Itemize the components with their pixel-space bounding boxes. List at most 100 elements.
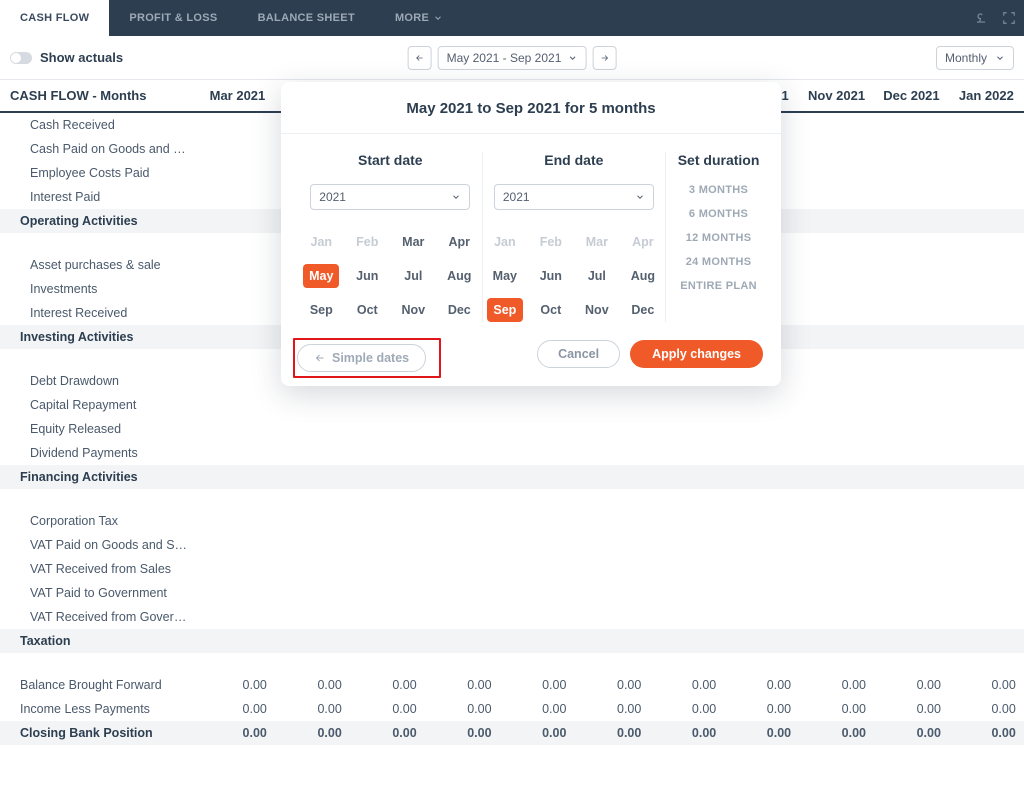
cell [799, 393, 874, 417]
cell [874, 533, 949, 557]
cell: 0.00 [275, 673, 350, 697]
row-label[interactable]: VAT Received from Government [0, 605, 200, 629]
month-jan: Jan [487, 230, 523, 254]
row-label[interactable]: Cash Paid on Goods and Services [0, 137, 200, 161]
cell [500, 557, 575, 581]
row-label[interactable]: Interest Paid [0, 185, 200, 209]
month-may[interactable]: May [303, 264, 339, 288]
row-label[interactable]: Employee Costs Paid [0, 161, 200, 185]
month-aug[interactable]: Aug [625, 264, 661, 288]
tab-profit-loss[interactable]: PROFIT & LOSS [109, 0, 237, 36]
month-oct[interactable]: Oct [349, 298, 385, 322]
duration-option[interactable]: 24 MONTHS [680, 256, 757, 268]
row-label[interactable]: Corporation Tax [0, 509, 200, 533]
month-jul[interactable]: Jul [395, 264, 431, 288]
cell [649, 581, 724, 605]
cell [500, 605, 575, 629]
row-label[interactable]: Interest Received [0, 301, 200, 325]
start-date-col: Start date 2021 JanFebMarAprMayJunJulAug… [299, 152, 483, 322]
month-dec[interactable]: Dec [625, 298, 661, 322]
cell [200, 301, 275, 325]
month-aug[interactable]: Aug [441, 264, 477, 288]
month-jul[interactable]: Jul [579, 264, 615, 288]
month-sep[interactable]: Sep [487, 298, 523, 322]
row-label[interactable]: Cash Received [0, 113, 200, 137]
cell [949, 277, 1024, 301]
month-mar[interactable]: Mar [395, 230, 431, 254]
cell [949, 185, 1024, 209]
month-may[interactable]: May [487, 264, 523, 288]
row-label[interactable]: Dividend Payments [0, 441, 200, 465]
end-year-select[interactable]: 2021 [494, 184, 654, 210]
currency-icon[interactable] [974, 11, 988, 25]
row-label[interactable]: VAT Paid on Goods and Services [0, 533, 200, 557]
month-nov[interactable]: Nov [395, 298, 431, 322]
duration-option[interactable]: 3 MONTHS [680, 184, 757, 196]
date-range-select[interactable]: May 2021 - Sep 2021 [438, 46, 587, 70]
row-label[interactable]: Equity Released [0, 417, 200, 441]
cell: 0.00 [500, 697, 575, 721]
cell [500, 465, 575, 489]
month-nov[interactable]: Nov [579, 298, 615, 322]
tab-more[interactable]: MORE [375, 0, 463, 36]
row-label[interactable]: Capital Repayment [0, 393, 200, 417]
cell [799, 209, 874, 233]
fullscreen-icon[interactable] [1002, 11, 1016, 25]
end-date-head: End date [544, 152, 603, 168]
month-jun[interactable]: Jun [349, 264, 385, 288]
cell [874, 557, 949, 581]
granularity-select[interactable]: Monthly [936, 46, 1014, 70]
cell: 0.00 [724, 673, 799, 697]
cell [799, 325, 874, 349]
cell [574, 465, 649, 489]
month-feb: Feb [349, 230, 385, 254]
cell: 0.00 [275, 697, 350, 721]
cell [724, 533, 799, 557]
cell [649, 465, 724, 489]
cell [799, 137, 874, 161]
cell [200, 441, 275, 465]
month-dec[interactable]: Dec [441, 298, 477, 322]
cell [949, 137, 1024, 161]
month-sep[interactable]: Sep [303, 298, 339, 322]
cell [724, 629, 799, 653]
row-label[interactable]: VAT Received from Sales [0, 557, 200, 581]
duration-option[interactable]: 6 MONTHS [680, 208, 757, 220]
show-actuals-toggle[interactable] [10, 52, 32, 64]
duration-option[interactable]: ENTIRE PLAN [680, 280, 757, 292]
row-label[interactable]: Income Less Payments [0, 697, 200, 721]
start-year-select[interactable]: 2021 [310, 184, 470, 210]
tab-cash-flow[interactable]: CASH FLOW [0, 0, 109, 36]
cell: 0.00 [874, 697, 949, 721]
row-label[interactable]: Balance Brought Forward [0, 673, 200, 697]
row-label[interactable]: Debt Drawdown [0, 369, 200, 393]
month-jun[interactable]: Jun [533, 264, 569, 288]
cell [874, 161, 949, 185]
cell [874, 393, 949, 417]
cell [799, 605, 874, 629]
cell [649, 629, 724, 653]
row-label[interactable]: Closing Bank Position [0, 721, 200, 745]
month-oct[interactable]: Oct [533, 298, 569, 322]
range-next-button[interactable] [592, 46, 616, 70]
duration-option[interactable]: 12 MONTHS [680, 232, 757, 244]
tab-balance-sheet[interactable]: BALANCE SHEET [238, 0, 375, 36]
row-label[interactable]: Asset purchases & sale [0, 253, 200, 277]
month-apr[interactable]: Apr [441, 230, 477, 254]
cell [724, 441, 799, 465]
cell [874, 301, 949, 325]
cell [949, 417, 1024, 441]
range-prev-button[interactable] [408, 46, 432, 70]
apply-button[interactable]: Apply changes [630, 340, 763, 368]
cell [500, 509, 575, 533]
cell [425, 465, 500, 489]
cell [275, 581, 350, 605]
simple-dates-button[interactable]: Simple dates [297, 344, 426, 372]
cell [574, 509, 649, 533]
cell [724, 581, 799, 605]
row-label[interactable]: Investments [0, 277, 200, 301]
cell [574, 441, 649, 465]
cell [949, 369, 1024, 393]
row-label[interactable]: VAT Paid to Government [0, 581, 200, 605]
cancel-button[interactable]: Cancel [537, 340, 620, 368]
